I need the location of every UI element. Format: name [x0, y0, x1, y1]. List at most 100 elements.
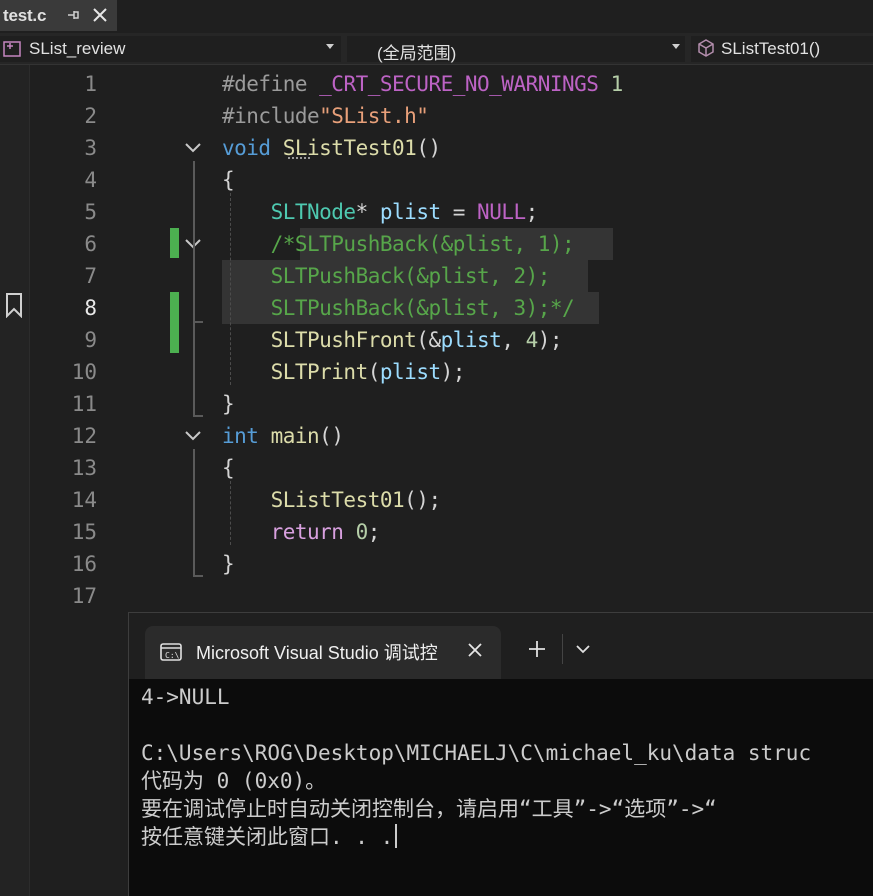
line-number: 5	[84, 200, 97, 224]
code-line[interactable]: }	[222, 388, 235, 420]
tab-divider	[562, 634, 563, 664]
line-number: 13	[71, 456, 97, 480]
code-line[interactable]: int main()	[222, 420, 344, 452]
code-line[interactable]: {	[222, 164, 235, 196]
project-dropdown[interactable]: SList_review	[0, 36, 341, 62]
fold-chevron-icon[interactable]	[184, 140, 202, 154]
navigation-bar: SList_review (全局范围) SListTest01()	[0, 33, 873, 65]
code-line[interactable]: return 0;	[222, 516, 381, 548]
code-token: plist	[379, 360, 441, 384]
line-number: 8	[84, 296, 97, 320]
console-output-line: 要在调试停止时自动关闭控制台，请启用“工具”->“选项”->“	[141, 795, 873, 823]
code-token: ();	[404, 488, 441, 512]
scope-dropdown-label: (全局范围)	[377, 44, 457, 63]
indicator-margin	[0, 65, 30, 896]
code-token: #include	[222, 104, 320, 128]
bookmark-icon[interactable]	[4, 292, 24, 319]
code-line[interactable]: SLTPushFront(&plist, 4);	[222, 324, 563, 356]
code-token: ;	[525, 200, 539, 224]
project-icon	[3, 40, 23, 58]
console-output-line: 代码为 0 (0x0)。	[141, 767, 873, 795]
outline-guide	[193, 449, 195, 577]
console-output-text: C:\Users\ROG\Desktop\MICHAELJ\C\michael_…	[141, 741, 812, 765]
svg-text:C:\: C:\	[165, 651, 180, 660]
pin-icon[interactable]	[66, 7, 80, 23]
outline-guide	[193, 575, 203, 577]
outline-guide	[193, 415, 203, 417]
cube-icon	[696, 38, 716, 58]
code-line[interactable]: /*SLTPushBack(&plist, 1);	[222, 228, 575, 260]
code-line[interactable]: SLTPushBack(&plist, 3);*/	[222, 292, 575, 324]
code-line[interactable]: #define _CRT_SECURE_NO_WARNINGS 1	[222, 68, 623, 100]
console-output-text: 代码为 0 (0x0)。	[141, 769, 327, 793]
code-token: SListTest01	[270, 488, 405, 512]
code-token: =	[440, 200, 478, 224]
code-token: return	[270, 520, 344, 544]
code-token: SLTPushBack(&plist, 3);*/	[270, 296, 575, 320]
line-number: 6	[84, 232, 97, 256]
code-token: 1	[598, 72, 624, 96]
console-tab-bar: C:\ Microsoft Visual Studio 调试控	[129, 613, 873, 679]
change-indicator	[170, 292, 179, 353]
function-dropdown[interactable]: SListTest01()	[691, 36, 873, 62]
code-token: int	[222, 424, 259, 448]
scope-dropdown[interactable]: (全局范围)	[347, 36, 685, 63]
code-line[interactable]: #include"SList.h"	[222, 100, 429, 132]
terminal-icon: C:\	[160, 641, 182, 663]
line-number: 16	[71, 552, 97, 576]
chevron-down-icon[interactable]	[571, 637, 595, 661]
close-icon[interactable]	[90, 4, 110, 26]
code-line[interactable]: SListTest01();	[222, 484, 442, 516]
change-indicator	[170, 228, 179, 258]
chevron-down-icon	[672, 44, 680, 49]
outline-guide	[193, 161, 195, 417]
chevron-down-icon	[326, 44, 334, 49]
line-number: 12	[71, 424, 97, 448]
code-line[interactable]: void SListTest01()	[222, 132, 441, 164]
line-number: 3	[84, 136, 97, 160]
code-token: plist	[379, 200, 441, 224]
close-icon[interactable]	[463, 636, 487, 664]
code-token: NULL	[477, 200, 526, 224]
debug-console-window[interactable]: C:\ Microsoft Visual Studio 调试控 4->NULL C…	[128, 612, 873, 896]
console-output-line: C:\Users\ROG\Desktop\MICHAELJ\C\michael_…	[141, 739, 873, 767]
code-token: SLTPushBack(&plist, 2);	[270, 264, 551, 288]
code-token: plist	[440, 328, 502, 352]
code-token: 4	[525, 328, 539, 352]
squiggle-indicator	[288, 157, 310, 159]
new-tab-button[interactable]	[523, 635, 551, 663]
code-token: ()	[416, 136, 441, 160]
code-line[interactable]: {	[222, 452, 235, 484]
code-line[interactable]: SLTNode* plist = NULL;	[222, 196, 539, 228]
console-output[interactable]: 4->NULL C:\Users\ROG\Desktop\MICHAELJ\C\m…	[141, 683, 873, 851]
code-token: SLTNode	[270, 200, 357, 224]
line-number: 17	[71, 584, 97, 608]
code-token: void	[222, 136, 271, 160]
console-tab[interactable]: C:\ Microsoft Visual Studio 调试控	[145, 626, 501, 679]
code-token: 0	[355, 520, 369, 544]
code-line[interactable]: }	[222, 548, 235, 580]
console-output-text: 按任意键关闭此窗口. . .	[141, 825, 394, 849]
line-number: 11	[71, 392, 97, 416]
console-output-text: 4->NULL	[141, 685, 230, 709]
code-token: ()	[319, 424, 344, 448]
code-token: {	[222, 168, 235, 192]
code-line[interactable]: SLTPushBack(&plist, 2);	[222, 260, 551, 292]
code-line[interactable]: SLTPrint(plist);	[222, 356, 466, 388]
code-token: (&	[416, 328, 441, 352]
code-token: );	[537, 328, 563, 352]
line-number: 1	[84, 72, 97, 96]
line-number: 10	[71, 360, 97, 384]
document-tab[interactable]: test.c	[0, 0, 117, 31]
fold-chevron-icon[interactable]	[184, 428, 202, 442]
